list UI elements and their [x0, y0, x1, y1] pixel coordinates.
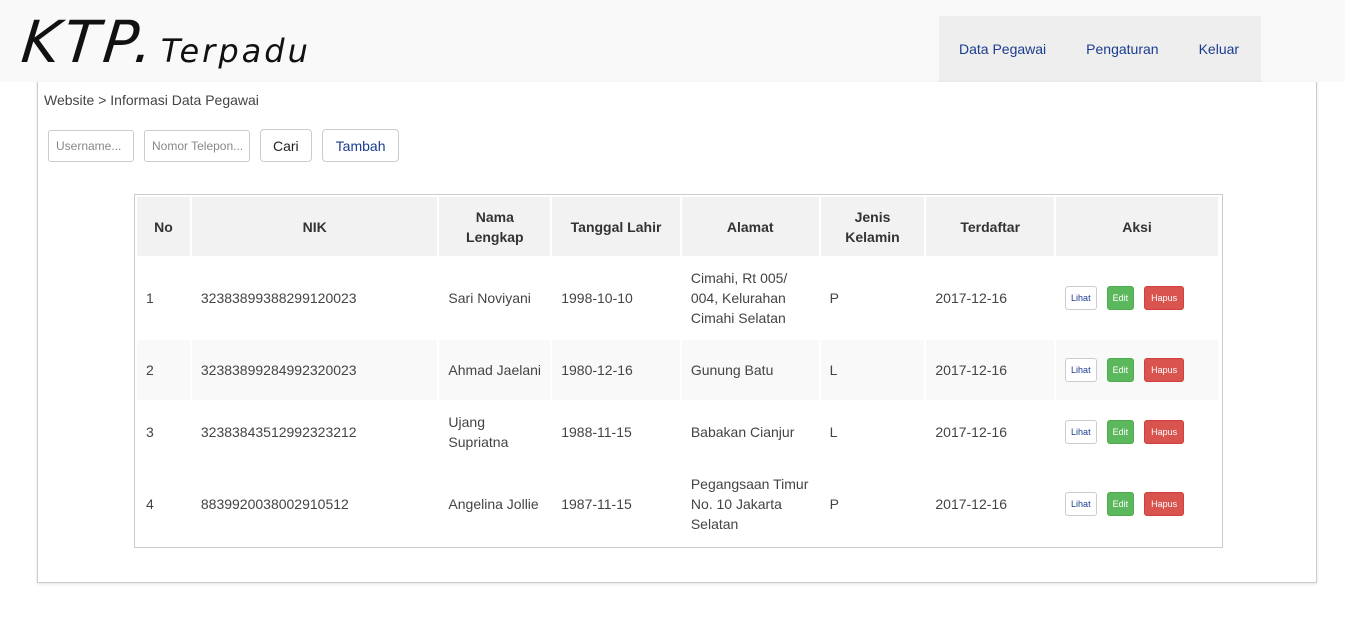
cell-aksi: Lihat Edit Hapus	[1056, 402, 1218, 462]
hapus-button[interactable]: Hapus	[1144, 492, 1185, 516]
tambah-button[interactable]: Tambah	[321, 129, 400, 162]
col-header-alamat: Alamat	[681, 197, 819, 256]
cell-aksi: Lihat Edit Hapus	[1056, 340, 1218, 400]
table-row: 2 32383899284992320023 Ahmad Jaelani 198…	[137, 340, 1218, 400]
logo[interactable]: KTP.Terpadu	[18, 4, 311, 80]
cell-nik: 32383843512992323212	[191, 402, 438, 462]
hapus-button[interactable]: Hapus	[1144, 286, 1185, 310]
cell-jenis-kelamin: L	[820, 340, 925, 400]
col-header-aksi: Aksi	[1056, 197, 1218, 256]
edit-button[interactable]: Edit	[1106, 420, 1135, 444]
cell-alamat: Cimahi, Rt 005/ 004, Kelurahan Cimahi Se…	[681, 258, 819, 338]
cell-nik: 8839920038002910512	[191, 464, 438, 544]
cell-terdaftar: 2017-12-16	[926, 258, 1055, 338]
cell-terdaftar: 2017-12-16	[926, 402, 1055, 462]
cell-no: 4	[137, 464, 190, 544]
table-header-row: No NIK Nama Lengkap Tanggal Lahir Alamat…	[137, 197, 1218, 256]
logo-sub-text: Terpadu	[160, 32, 311, 70]
cell-nik: 32383899284992320023	[191, 340, 438, 400]
edit-button[interactable]: Edit	[1106, 286, 1135, 310]
username-input[interactable]	[48, 129, 134, 162]
col-header-no: No	[137, 197, 190, 256]
lihat-button[interactable]: Lihat	[1065, 492, 1097, 516]
cell-nama: Angelina Jollie	[439, 464, 551, 544]
cell-terdaftar: 2017-12-16	[926, 340, 1055, 400]
cell-nik: 32383899388299120023	[191, 258, 438, 338]
cell-nama: Ujang Supriatna	[439, 402, 551, 462]
cell-no: 3	[137, 402, 190, 462]
search-toolbar: Cari Tambah	[48, 129, 409, 162]
lihat-button[interactable]: Lihat	[1065, 286, 1097, 310]
cell-tanggal: 1988-11-15	[552, 402, 680, 462]
edit-button[interactable]: Edit	[1106, 492, 1135, 516]
header: KTP.Terpadu Data Pegawai Pengaturan Kelu…	[0, 0, 1345, 82]
breadcrumb: Website > Informasi Data Pegawai	[44, 92, 259, 108]
cell-tanggal: 1987-11-15	[552, 464, 680, 544]
cell-alamat: Gunung Batu	[681, 340, 819, 400]
cell-no: 1	[137, 258, 190, 338]
table-row: 1 32383899388299120023 Sari Noviyani 199…	[137, 258, 1218, 338]
table-row: 3 32383843512992323212 Ujang Supriatna 1…	[137, 402, 1218, 462]
nav-pengaturan[interactable]: Pengaturan	[1066, 16, 1178, 82]
cell-aksi: Lihat Edit Hapus	[1056, 258, 1218, 338]
logo-main-text: KTP.	[18, 8, 161, 76]
phone-input[interactable]	[144, 129, 250, 162]
cell-nama: Ahmad Jaelani	[439, 340, 551, 400]
cell-jenis-kelamin: L	[820, 402, 925, 462]
employee-table: No NIK Nama Lengkap Tanggal Lahir Alamat…	[134, 194, 1223, 548]
nav-keluar[interactable]: Keluar	[1179, 16, 1259, 82]
cell-tanggal: 1998-10-10	[552, 258, 680, 338]
cell-jenis-kelamin: P	[820, 258, 925, 338]
cell-nama: Sari Noviyani	[439, 258, 551, 338]
content-panel: Website > Informasi Data Pegawai Cari Ta…	[37, 82, 1317, 583]
hapus-button[interactable]: Hapus	[1144, 358, 1185, 382]
col-header-nik: NIK	[191, 197, 438, 256]
cell-no: 2	[137, 340, 190, 400]
lihat-button[interactable]: Lihat	[1065, 358, 1097, 382]
cell-alamat: Babakan Cianjur	[681, 402, 819, 462]
cell-aksi: Lihat Edit Hapus	[1056, 464, 1218, 544]
cell-alamat: Pegangsaan Timur No. 10 Jakarta Selatan	[681, 464, 819, 544]
cell-jenis-kelamin: P	[820, 464, 925, 544]
col-header-terdaftar: Terdaftar	[926, 197, 1055, 256]
table-row: 4 8839920038002910512 Angelina Jollie 19…	[137, 464, 1218, 544]
cari-button[interactable]: Cari	[260, 129, 312, 162]
cell-terdaftar: 2017-12-16	[926, 464, 1055, 544]
top-nav: Data Pegawai Pengaturan Keluar	[939, 16, 1261, 82]
col-header-nama: Nama Lengkap	[439, 197, 551, 256]
nav-data-pegawai[interactable]: Data Pegawai	[939, 16, 1066, 82]
col-header-tanggal: Tanggal Lahir	[552, 197, 680, 256]
lihat-button[interactable]: Lihat	[1065, 420, 1097, 444]
edit-button[interactable]: Edit	[1106, 358, 1135, 382]
cell-tanggal: 1980-12-16	[552, 340, 680, 400]
hapus-button[interactable]: Hapus	[1144, 420, 1185, 444]
col-header-jenis-kelamin: Jenis Kelamin	[820, 197, 925, 256]
